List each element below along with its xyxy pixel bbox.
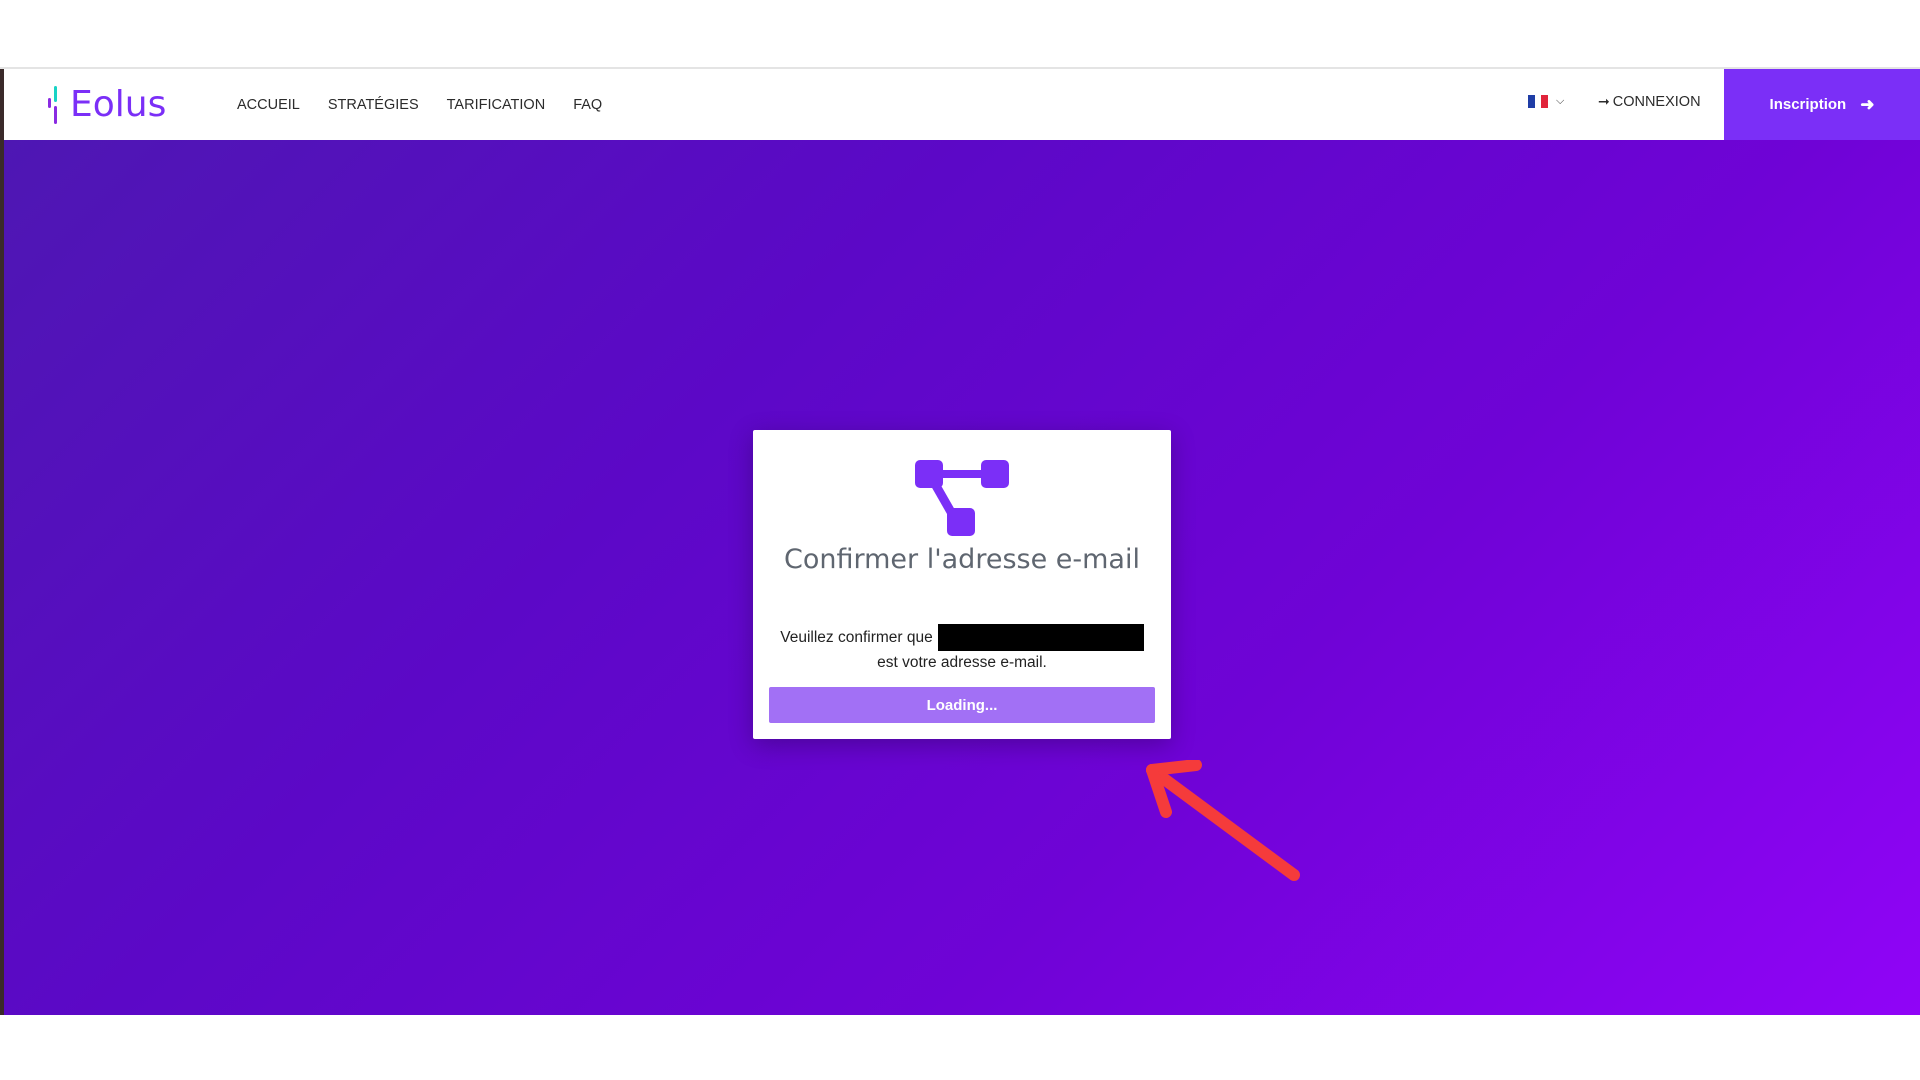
confirm-button-loading[interactable]: Loading... xyxy=(769,687,1155,723)
logo-mark-icon xyxy=(48,84,62,126)
arrow-right-icon: ➜ xyxy=(1860,94,1875,114)
nav-item-accueil[interactable]: ACCUEIL xyxy=(237,97,300,113)
confirm-text-after: est votre adresse e-mail. xyxy=(877,654,1047,671)
redacted-email xyxy=(937,624,1144,651)
logo-text: Eolus xyxy=(70,84,167,125)
confirm-email-card: Confirmer l'adresse e-mail Veuillez conf… xyxy=(753,430,1171,739)
signup-button[interactable]: Inscription ➜ xyxy=(1724,69,1920,140)
sign-in-icon: ➞ xyxy=(1598,93,1610,109)
france-flag-icon xyxy=(1528,95,1549,108)
signup-label: Inscription xyxy=(1769,96,1847,113)
browser-viewport: Eolus ACCUEIL STRATÉGIES TARIFICATION FA… xyxy=(0,67,1920,1015)
login-link[interactable]: ➞ CONNEXION xyxy=(1598,93,1701,110)
nav-item-tarification[interactable]: TARIFICATION xyxy=(447,97,546,113)
nav-item-faq[interactable]: FAQ xyxy=(573,97,602,113)
chevron-down-icon: ⌵ xyxy=(1556,95,1565,107)
language-selector[interactable]: ⌵ xyxy=(1528,95,1564,108)
annotation-arrow-icon xyxy=(1146,760,1300,881)
main-nav: ACCUEIL STRATÉGIES TARIFICATION FAQ xyxy=(237,69,630,140)
login-label: CONNEXION xyxy=(1612,93,1701,110)
confirm-text-before: Veuillez confirmer que xyxy=(780,628,933,646)
nodes-graph-icon xyxy=(915,460,1009,536)
confirm-message: Veuillez confirmer que est votre adresse… xyxy=(773,624,1151,675)
navbar: Eolus ACCUEIL STRATÉGIES TARIFICATION FA… xyxy=(4,69,1920,140)
brand-logo[interactable]: Eolus xyxy=(48,83,166,127)
nav-item-strategies[interactable]: STRATÉGIES xyxy=(328,97,419,113)
hero-section: Confirmer l'adresse e-mail Veuillez conf… xyxy=(4,140,1920,1015)
card-title: Confirmer l'adresse e-mail xyxy=(784,544,1140,575)
